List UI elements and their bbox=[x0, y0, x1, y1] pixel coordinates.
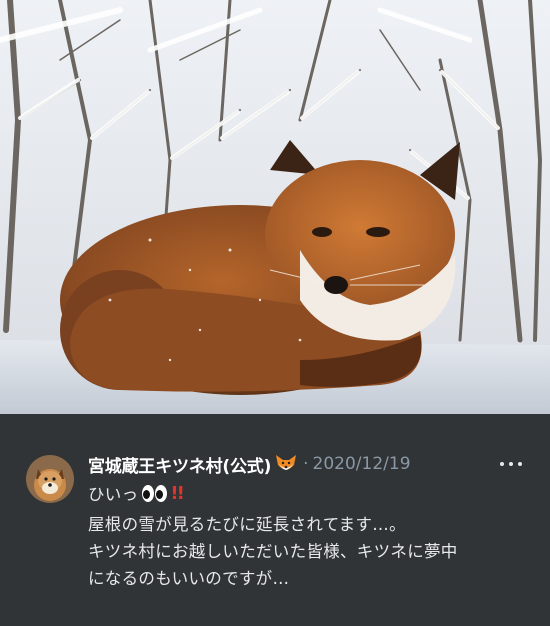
post-text-line-1: ひいっ !! bbox=[88, 481, 185, 505]
double-exclamation-mark: !! bbox=[170, 482, 184, 504]
eyes-icon bbox=[142, 484, 168, 502]
post-text-line-4: になるのもいいのですが… bbox=[88, 569, 290, 588]
fox-avatar-icon bbox=[26, 455, 74, 503]
separator-dot: · bbox=[303, 454, 309, 474]
author-name[interactable]: 宮城蔵王キツネ村(公式) bbox=[88, 452, 271, 477]
author-avatar[interactable] bbox=[26, 455, 74, 503]
fox-face-icon bbox=[275, 454, 297, 474]
post-date[interactable]: 2020/12/19 bbox=[313, 454, 411, 474]
post-text-line-3: キツネ村にお越しいただいた皆様、キツネに夢中 bbox=[88, 542, 458, 561]
fox-in-snow-image bbox=[0, 0, 550, 414]
post-photo[interactable] bbox=[0, 0, 550, 414]
post-text-line-1-text: ひいっ bbox=[88, 485, 139, 504]
more-options-icon[interactable] bbox=[496, 454, 526, 474]
post-text-line-2: 屋根の雪が見るたびに延長されてます…。 bbox=[88, 515, 406, 534]
post-header: 宮城蔵王キツネ村(公式) · 2020/12/19 bbox=[88, 451, 411, 477]
